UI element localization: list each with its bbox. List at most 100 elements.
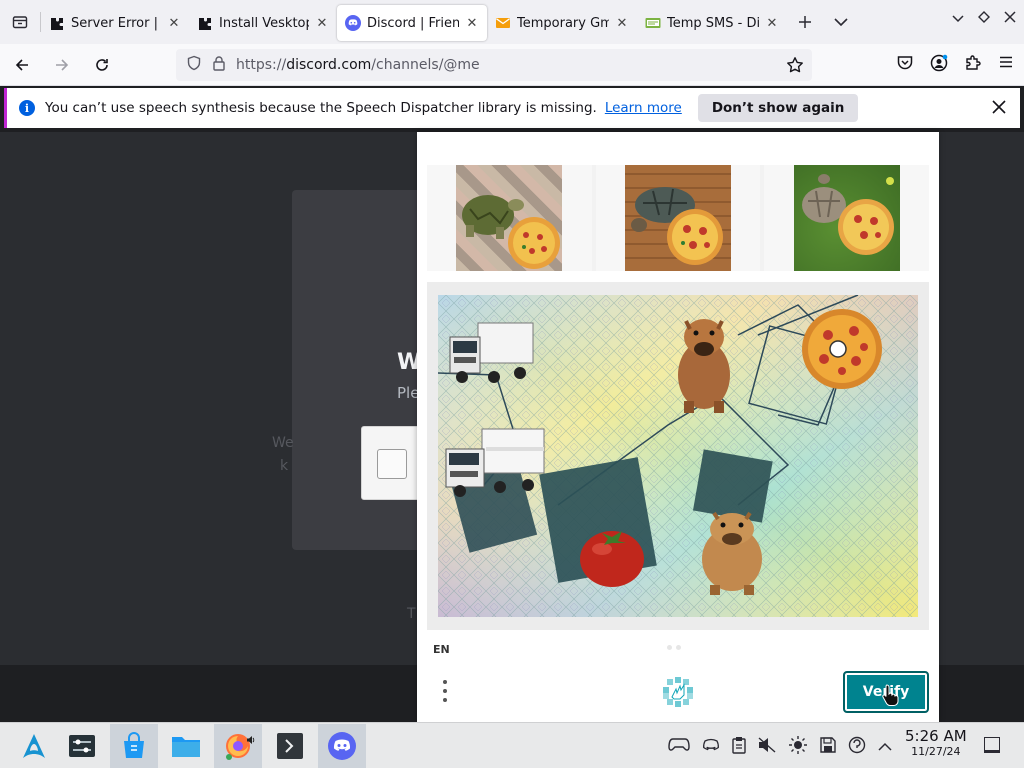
lock-icon[interactable] [212, 55, 226, 75]
clipboard-icon[interactable] [732, 736, 746, 758]
reference-image-3 [764, 165, 930, 271]
folder-icon [172, 737, 200, 757]
tab-title: Temp SMS - Dis [667, 15, 759, 31]
faint-text: T [407, 606, 416, 622]
dot [443, 680, 447, 684]
progress-dots [667, 645, 681, 650]
pizza-object [802, 309, 882, 389]
firefox-button[interactable] [214, 724, 262, 768]
tracking-protection-icon[interactable] [186, 55, 202, 75]
progress-dot [676, 645, 681, 650]
back-button[interactable] [4, 49, 40, 81]
system-settings-button[interactable] [58, 724, 106, 768]
terminal-icon [277, 733, 303, 759]
clock-time: 5:26 AM [905, 727, 967, 745]
tab-title: Temporary Gm [517, 15, 609, 31]
captcha-checkbox[interactable] [377, 449, 407, 479]
capybara-object [678, 319, 730, 413]
tab-install-vesktop[interactable]: Install Vesktop ✕ [189, 5, 337, 41]
reference-image-1 [427, 165, 592, 271]
turtle-icon [631, 187, 723, 265]
clock-date: 11/27/24 [911, 745, 961, 758]
url-text[interactable]: https://discord.com/channels/@me [236, 57, 480, 73]
info-icon: i [19, 100, 35, 116]
close-icon[interactable] [992, 98, 1006, 119]
firefox-view-icon [12, 16, 28, 29]
dont-show-again-button[interactable]: Don’t show again [697, 94, 859, 122]
system-tray [668, 735, 893, 759]
sms-icon [645, 15, 661, 31]
close-icon[interactable]: ✕ [465, 16, 479, 31]
turtle-icon [462, 195, 561, 269]
brightness-icon[interactable] [788, 735, 808, 759]
list-all-tabs-button[interactable] [823, 4, 859, 40]
minimize-button[interactable] [952, 8, 964, 27]
discover-store-button[interactable] [110, 724, 158, 768]
show-desktop-icon[interactable] [984, 737, 1000, 753]
hamburger-menu-icon[interactable] [998, 54, 1014, 76]
close-icon[interactable]: ✕ [765, 16, 779, 31]
terminal-button[interactable] [266, 724, 314, 768]
file-manager-button[interactable] [162, 724, 210, 768]
close-window-button[interactable] [1004, 8, 1016, 27]
discord-icon [328, 732, 356, 760]
challenge-image[interactable] [438, 295, 918, 617]
gamepad-icon[interactable] [668, 736, 690, 758]
arrow-left-icon [15, 58, 28, 71]
update-icon[interactable] [848, 736, 866, 758]
notification-message: You can’t use speech synthesis because t… [45, 100, 597, 116]
clock[interactable]: 5:26 AM 11/27/24 [905, 727, 967, 758]
discord-tray-icon[interactable] [701, 736, 721, 758]
notification-bar: i You can’t use speech synthesis because… [4, 88, 1020, 128]
extensions-icon[interactable] [964, 54, 982, 76]
puzzle-icon [197, 15, 213, 31]
firefox-view-button[interactable] [0, 0, 40, 44]
tab-temp-sms[interactable]: Temp SMS - Dis ✕ [637, 5, 787, 41]
selection-marker [829, 340, 847, 358]
save-icon[interactable] [819, 736, 837, 758]
diamond-icon [978, 11, 990, 23]
pocket-icon[interactable] [896, 54, 914, 76]
dot [443, 689, 447, 693]
url-scheme: https:// [236, 57, 287, 73]
url-host: discord.com [286, 57, 372, 73]
chevron-up-icon[interactable] [877, 738, 893, 757]
maximize-button[interactable] [978, 8, 990, 27]
navigation-toolbar: https://discord.com/channels/@me [0, 44, 1024, 86]
puzzle-icon [49, 15, 65, 31]
bookmark-star-icon[interactable] [786, 56, 804, 78]
mouse-cursor-icon [882, 684, 900, 710]
app-launcher-button[interactable] [10, 724, 58, 768]
reload-icon [96, 58, 108, 71]
plus-icon [799, 16, 811, 28]
volume-muted-icon[interactable] [757, 736, 777, 758]
challenge-panel [427, 282, 929, 630]
close-icon[interactable]: ✕ [615, 16, 629, 31]
account-icon[interactable] [930, 54, 948, 76]
tab-strip: Server Error | H ✕ Install Vesktop ✕ Dis… [0, 0, 1024, 44]
faint-text: We [272, 435, 294, 451]
learn-more-link[interactable]: Learn more [605, 100, 682, 116]
url-bar[interactable]: https://discord.com/channels/@me [176, 49, 812, 81]
arrow-right-icon [56, 58, 69, 71]
discord-icon [345, 15, 361, 31]
tab-server-error[interactable]: Server Error | H ✕ [41, 5, 189, 41]
language-selector[interactable]: EN [433, 643, 450, 656]
discord-taskbar-button[interactable] [318, 724, 366, 768]
forward-button[interactable] [44, 49, 80, 81]
faint-text: k [280, 458, 289, 474]
menu-button[interactable] [437, 677, 453, 705]
speaker-icon [246, 730, 256, 749]
settings-icon [69, 735, 95, 757]
tab-discord[interactable]: Discord | Frien ✕ [337, 5, 487, 41]
chevron-down-icon [834, 18, 848, 27]
hcaptcha-logo-icon[interactable] [661, 675, 695, 709]
reload-button[interactable] [84, 49, 120, 81]
new-tab-button[interactable] [787, 4, 823, 40]
dot [443, 698, 447, 702]
tab-title: Discord | Frien [367, 15, 459, 31]
taskbar: 5:26 AM 11/27/24 [0, 722, 1024, 768]
tab-temporary-gmail[interactable]: Temporary Gm ✕ [487, 5, 637, 41]
close-icon[interactable]: ✕ [315, 16, 329, 31]
close-icon[interactable]: ✕ [167, 16, 181, 31]
